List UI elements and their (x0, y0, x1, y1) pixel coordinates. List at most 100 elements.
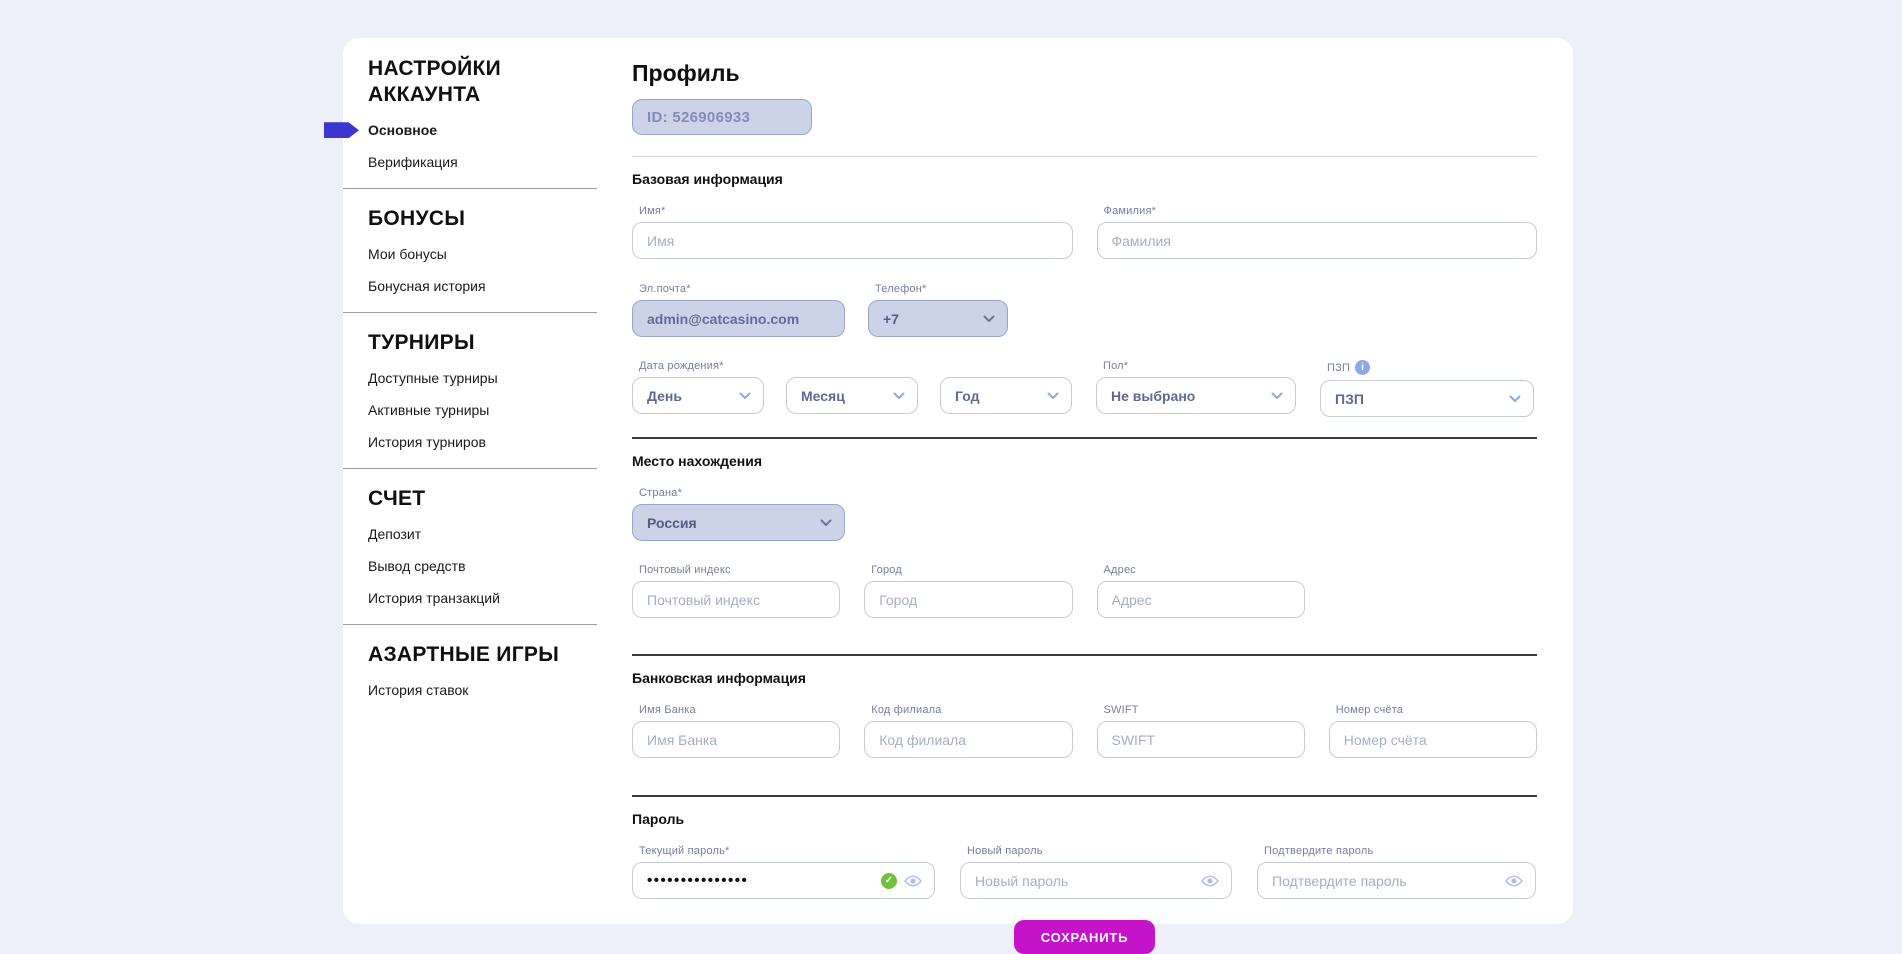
page-title: Профиль (632, 60, 1537, 87)
sidebar-item-available-tournaments[interactable]: Доступные турниры (368, 370, 597, 387)
chevron-down-icon (983, 315, 995, 323)
sidebar-item-label: Доступные турниры (368, 370, 498, 386)
sidebar-item-verification[interactable]: Верификация (368, 154, 597, 171)
account-number-label: Номер счёта (1336, 704, 1537, 716)
sidebar: НАСТРОЙКИ АККАУНТА Основное Верификация … (343, 38, 597, 924)
first-name-label: Имя* (639, 205, 1073, 217)
birth-year-value: Год (955, 388, 980, 404)
pep-select[interactable]: ПЗП (1320, 380, 1534, 417)
sidebar-item-label: Мои бонусы (368, 246, 447, 262)
bank-name-field: Имя Банка (632, 704, 840, 758)
active-arrow-icon (324, 122, 359, 138)
country-select: Россия (632, 504, 845, 541)
sidebar-item-label: История турниров (368, 434, 486, 450)
divider (632, 437, 1537, 439)
sidebar-item-label: Активные турниры (368, 402, 489, 418)
birth-month-value: Месяц (801, 388, 845, 404)
phone-field: Телефон* +7 (868, 283, 1008, 337)
sidebar-item-label: Депозит (368, 526, 421, 542)
address-field: Адрес (1097, 564, 1305, 618)
birth-year-select[interactable]: Год (940, 377, 1072, 414)
email-label: Эл.почта* (639, 283, 845, 295)
branch-code-field: Код филиала (864, 704, 1072, 758)
chevron-down-icon (1047, 392, 1059, 400)
gender-label: Пол* (1103, 360, 1296, 372)
new-password-input[interactable] (960, 862, 1232, 899)
bank-name-input[interactable] (632, 721, 840, 758)
address-label: Адрес (1104, 564, 1305, 576)
branch-code-input[interactable] (864, 721, 1072, 758)
phone-select-value: +7 (883, 311, 899, 327)
swift-input[interactable] (1097, 721, 1305, 758)
sidebar-item-my-bonuses[interactable]: Мои бонусы (368, 246, 597, 263)
new-password-label: Новый пароль (967, 845, 1232, 857)
address-row: Почтовый индекс Город Адрес (632, 564, 1537, 618)
sidebar-divider (343, 312, 597, 313)
email-field: Эл.почта* (632, 283, 845, 337)
last-name-input[interactable] (1097, 222, 1538, 259)
sidebar-item-transaction-history[interactable]: История транзакций (368, 590, 597, 607)
sidebar-item-label: Основное (368, 122, 437, 138)
sidebar-item-bet-history[interactable]: История ставок (368, 682, 597, 699)
sidebar-item-label: Верификация (368, 154, 458, 170)
sidebar-item-withdrawal[interactable]: Вывод средств (368, 558, 597, 575)
sidebar-item-label: Бонусная история (368, 278, 486, 294)
address-input[interactable] (1097, 581, 1305, 618)
password-row: Текущий пароль* ✓ Новый пароль (632, 845, 1537, 899)
save-button[interactable]: СОХРАНИТЬ (1014, 920, 1156, 954)
new-password-field: Новый пароль (960, 845, 1232, 899)
sidebar-item-label: История ставок (368, 682, 468, 698)
info-icon[interactable]: i (1355, 360, 1370, 375)
account-number-input[interactable] (1329, 721, 1537, 758)
chevron-down-icon (893, 392, 905, 400)
eye-icon[interactable] (1505, 875, 1523, 887)
confirm-password-field: Подтвердите пароль (1257, 845, 1536, 899)
eye-icon[interactable] (904, 875, 922, 887)
city-field: Город (864, 564, 1072, 618)
city-label: Город (871, 564, 1072, 576)
sidebar-group-account: СЧЕТ (368, 487, 597, 511)
swift-label: SWIFT (1104, 704, 1305, 716)
sidebar-item-tournament-history[interactable]: История турниров (368, 434, 597, 451)
birth-date-label: Дата рождения* (639, 360, 1072, 372)
user-id-field: ID: 526906933 (632, 99, 812, 135)
phone-select: +7 (868, 300, 1008, 337)
pep-field: ПЗП i ПЗП (1320, 360, 1534, 417)
sidebar-divider (343, 468, 597, 469)
pep-label: ПЗП i (1327, 360, 1534, 375)
bank-row: Имя Банка Код филиала SWIFT Номер счёта (632, 704, 1537, 758)
divider (632, 654, 1537, 656)
birth-day-select[interactable]: День (632, 377, 764, 414)
sidebar-title: НАСТРОЙКИ АККАУНТА (368, 56, 597, 107)
sidebar-item-deposit[interactable]: Депозит (368, 526, 597, 543)
last-name-label: Фамилия* (1104, 205, 1538, 217)
profile-main: Профиль ID: 526906933 Базовая информация… (597, 38, 1573, 924)
confirm-password-input[interactable] (1257, 862, 1536, 899)
account-number-field: Номер счёта (1329, 704, 1537, 758)
chevron-down-icon (1271, 392, 1283, 400)
postal-code-label: Почтовый индекс (639, 564, 840, 576)
birth-month-select[interactable]: Месяц (786, 377, 918, 414)
birth-gender-row: Дата рождения* День Месяц (632, 360, 1537, 417)
confirm-password-label: Подтвердите пароль (1264, 845, 1536, 857)
current-password-wrap: ✓ (632, 862, 935, 899)
country-value: Россия (647, 515, 697, 531)
sidebar-item-main[interactable]: Основное (368, 122, 597, 139)
birth-date-selects: День Месяц Год (632, 377, 1072, 414)
chevron-down-icon (820, 519, 832, 527)
sidebar-group-tournaments: ТУРНИРЫ (368, 331, 597, 355)
sidebar-item-label: Вывод средств (368, 558, 466, 574)
sidebar-item-active-tournaments[interactable]: Активные турниры (368, 402, 597, 419)
postal-code-input[interactable] (632, 581, 840, 618)
current-password-field: Текущий пароль* ✓ (632, 845, 935, 899)
sidebar-item-bonus-history[interactable]: Бонусная история (368, 278, 597, 295)
gender-select[interactable]: Не выбрано (1096, 377, 1296, 414)
eye-icon[interactable] (1201, 875, 1219, 887)
first-name-input[interactable] (632, 222, 1073, 259)
country-field: Страна* Россия (632, 487, 845, 541)
sidebar-group-bonuses: БОНУСЫ (368, 207, 597, 231)
pep-label-text: ПЗП (1327, 362, 1350, 374)
city-input[interactable] (864, 581, 1072, 618)
country-row: Страна* Россия (632, 487, 1537, 541)
divider (632, 795, 1537, 797)
